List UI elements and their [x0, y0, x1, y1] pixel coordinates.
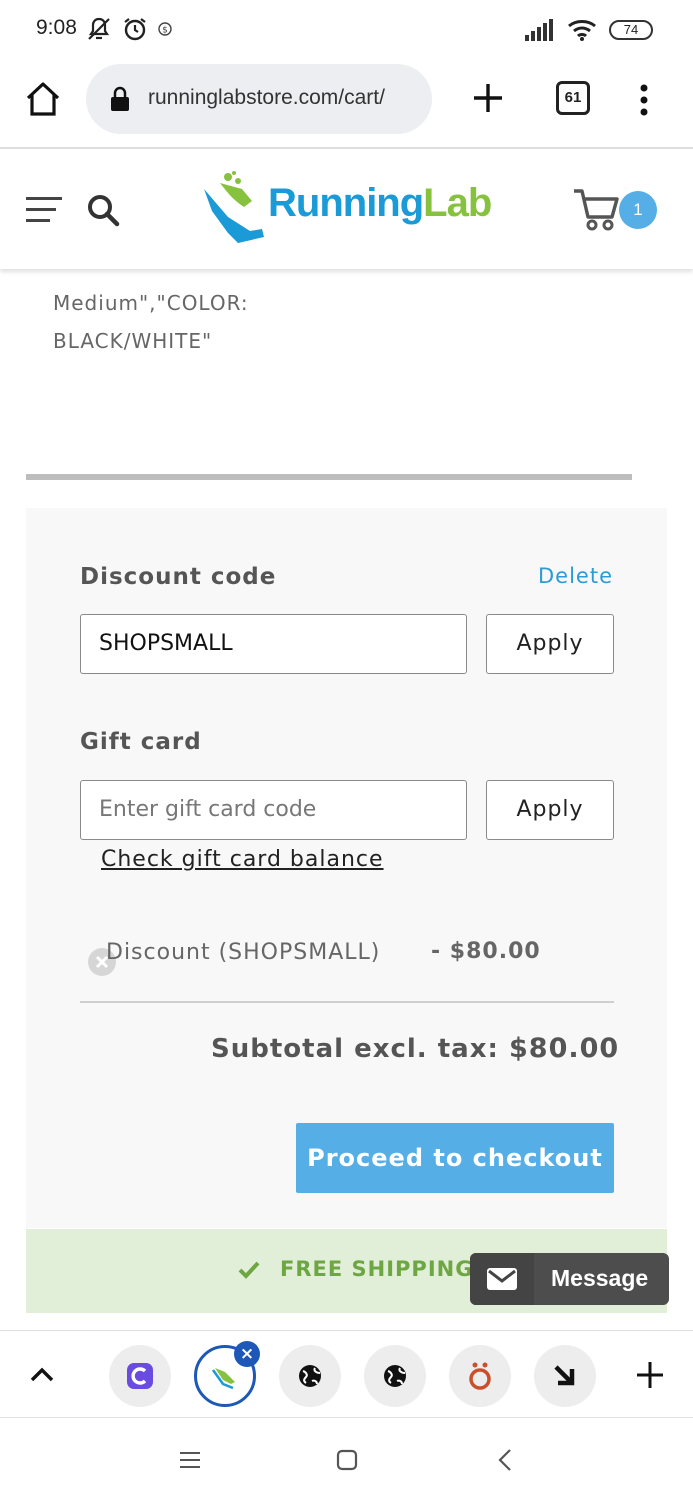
cart-icon[interactable] — [572, 185, 622, 235]
variant-line-2: BLACK/WHITE" — [53, 329, 213, 353]
system-nav-bar — [0, 1418, 693, 1500]
checkmark-icon — [238, 1261, 260, 1279]
arrow-down-right-icon — [554, 1365, 575, 1386]
search-icon[interactable] — [86, 193, 120, 227]
status-time: 9:08 — [36, 16, 77, 39]
logo-wordmark: RunningLab — [268, 181, 492, 226]
cart-count-badge: 1 — [619, 191, 657, 229]
svg-text:$: $ — [162, 26, 168, 36]
discount-code-input[interactable]: SHOPSMALL — [80, 614, 467, 674]
message-chat-button[interactable]: Message — [470, 1253, 669, 1305]
message-label: Message — [551, 1265, 649, 1291]
tab-thumb-globe-2[interactable] — [364, 1345, 426, 1407]
dollar-circle-icon: $ — [158, 22, 172, 36]
cart-item-variant: Medium","COLOR: BLACK/WHITE" — [53, 284, 249, 360]
logo-lab: Lab — [423, 181, 492, 225]
signal-icon — [525, 19, 553, 41]
apply-gift-card-button[interactable]: Apply — [486, 780, 614, 840]
totals-divider — [80, 1001, 614, 1003]
discount-line-amount: - $80.00 — [431, 939, 541, 964]
add-tab-icon[interactable] — [636, 1361, 664, 1389]
cart-items-divider — [26, 474, 632, 480]
home-nav-icon[interactable] — [336, 1449, 358, 1471]
tab-switcher-button[interactable]: 61 — [556, 81, 590, 115]
tab-strip: × — [0, 1330, 693, 1418]
delete-discount-link[interactable]: Delete — [538, 564, 613, 588]
discount-line-label: Discount (SHOPSMALL) — [106, 940, 381, 965]
close-tab-icon[interactable]: × — [234, 1341, 260, 1367]
gift-card-input[interactable]: Enter gift card code — [80, 780, 467, 840]
address-bar[interactable]: runninglabstore.com/cart/ — [86, 64, 432, 134]
hamburger-menu-icon[interactable] — [26, 195, 62, 225]
message-icon-box — [470, 1253, 534, 1305]
status-icons-right: 74 — [525, 18, 653, 42]
tab-thumb-copy-app[interactable] — [109, 1345, 171, 1407]
discount-code-label: Discount code — [80, 564, 277, 590]
o-umlaut-icon — [469, 1362, 491, 1390]
tab-thumb-globe-1[interactable] — [279, 1345, 341, 1407]
logo-running: Running — [268, 181, 424, 225]
status-bar: 9:08 $ 74 — [0, 0, 693, 60]
home-icon[interactable] — [24, 80, 62, 118]
chevron-up-icon[interactable] — [28, 1361, 56, 1389]
battery-indicator: 74 — [609, 20, 653, 40]
recent-apps-icon[interactable] — [178, 1450, 202, 1470]
new-tab-icon[interactable] — [468, 78, 508, 118]
free-shipping-text: FREE SHIPPING — [280, 1257, 474, 1281]
globe-icon — [384, 1365, 406, 1387]
apply-discount-button[interactable]: Apply — [486, 614, 614, 674]
status-icons-left: $ — [86, 16, 172, 42]
site-header: RunningLab 1 — [0, 149, 693, 269]
tab-thumb-arrow[interactable] — [534, 1345, 596, 1407]
overflow-menu-icon[interactable] — [632, 80, 656, 120]
envelope-icon — [487, 1268, 517, 1290]
variant-line-1: Medium","COLOR: — [53, 291, 249, 315]
back-nav-icon[interactable] — [496, 1448, 516, 1472]
muted-bell-icon — [88, 17, 110, 40]
shoe-logo-icon — [204, 171, 264, 243]
lock-icon — [111, 86, 129, 111]
globe-icon — [299, 1365, 321, 1387]
gift-card-label: Gift card — [80, 729, 202, 755]
check-gift-card-balance-link[interactable]: Check gift card balance — [101, 847, 384, 872]
tab-thumb-o-umlaut[interactable] — [449, 1345, 511, 1407]
subtotal-label: Subtotal excl. tax: — [211, 1034, 499, 1064]
url-text: runninglabstore.com/cart/ — [148, 86, 385, 109]
runninglab-logo[interactable]: RunningLab — [198, 171, 498, 251]
copy-app-icon — [127, 1363, 153, 1389]
proceed-to-checkout-button[interactable]: Proceed to checkout — [296, 1123, 614, 1193]
wifi-icon — [568, 20, 596, 41]
browser-toolbar: runninglabstore.com/cart/ 61 — [0, 60, 693, 148]
cart-summary-panel: Discount code Delete SHOPSMALL Apply Gif… — [26, 508, 667, 1228]
alarm-icon — [124, 18, 146, 41]
subtotal-value: $80.00 — [509, 1033, 620, 1064]
